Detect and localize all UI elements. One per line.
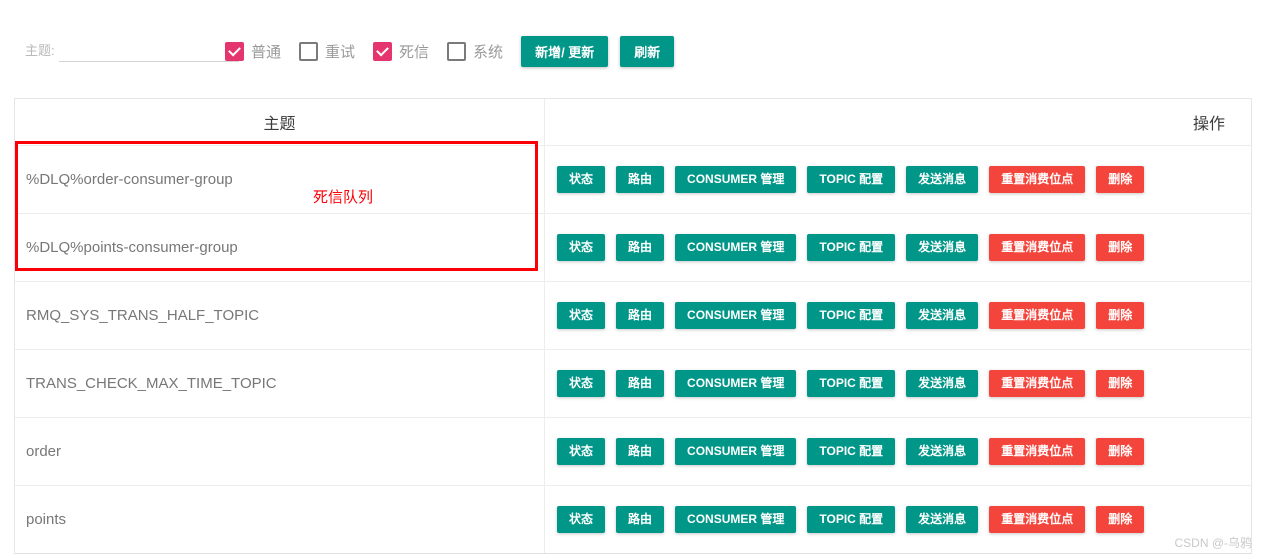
checkbox-retry-label: 重试: [325, 43, 356, 61]
topic-name-cell: RMQ_SYS_TRANS_HALF_TOPIC: [15, 281, 545, 350]
topic-name-cell: order: [15, 417, 545, 486]
operation-button-group: 状态 路由 CONSUMER 管理 TOPIC 配置 发送消息 重置消费位点 删除: [557, 438, 1250, 465]
checkbox-system[interactable]: 系统: [447, 41, 503, 62]
header-topic: 主题: [15, 99, 545, 146]
table-row: order 状态 路由 CONSUMER 管理 TOPIC 配置 发送消息 重置消费位点 删除: [15, 417, 1251, 486]
consumer-manage-button[interactable]: CONSUMER 管理: [675, 302, 797, 329]
consumer-manage-button[interactable]: CONSUMER 管理: [675, 166, 797, 193]
route-button[interactable]: 路由: [616, 234, 665, 261]
consumer-manage-button[interactable]: CONSUMER 管理: [675, 370, 797, 397]
consumer-manage-button[interactable]: CONSUMER 管理: [675, 506, 797, 533]
route-button[interactable]: 路由: [616, 302, 665, 329]
operations-cell: 状态 路由 CONSUMER 管理 TOPIC 配置 发送消息 重置消费位点 删除: [544, 145, 1251, 214]
delete-button[interactable]: 删除: [1096, 302, 1145, 329]
operations-cell: 状态 路由 CONSUMER 管理 TOPIC 配置 发送消息 重置消费位点 删除: [544, 281, 1251, 350]
operation-button-group: 状态 路由 CONSUMER 管理 TOPIC 配置 发送消息 重置消费位点 删除: [557, 370, 1250, 397]
table-row: %DLQ%order-consumer-group 状态 路由 CONSUMER 管理…: [15, 145, 1251, 214]
operation-button-group: 状态 路由 CONSUMER 管理 TOPIC 配置 发送消息 重置消费位点 删除: [557, 302, 1250, 329]
route-button[interactable]: 路由: [616, 166, 665, 193]
operation-button-group: 状态 路由 CONSUMER 管理 TOPIC 配置 发送消息 重置消费位点 删除: [557, 506, 1250, 533]
checkbox-system-box[interactable]: [447, 41, 467, 61]
route-button[interactable]: 路由: [616, 506, 665, 533]
table-row: points 状态 路由 CONSUMER 管理 TOPIC 配置 发送消息 重置消费位点删…: [15, 485, 1252, 554]
topic-filter-label: 主题:: [25, 42, 55, 58]
watermark: CSDN @-乌鸦: [1174, 536, 1252, 550]
add-update-button[interactable]: 新增/ 更新: [521, 35, 609, 67]
topic-table: 主题 操作 %DLQ%order-consumer-group 状态 路由 CONSU…: [15, 99, 1251, 553]
send-message-button[interactable]: 发送消息: [906, 506, 979, 533]
reset-consume-offset-button[interactable]: 重置消费位点: [989, 166, 1086, 193]
checkbox-dlq-box[interactable]: [373, 41, 393, 61]
status-button[interactable]: 状态: [557, 302, 606, 329]
consumer-manage-button[interactable]: CONSUMER 管理: [675, 234, 797, 261]
reset-consume-offset-button[interactable]: 重置消费位点: [989, 302, 1086, 329]
topic-name-cell: %DLQ%points-consumer-group: [15, 213, 545, 282]
topic-config-button[interactable]: TOPIC 配置: [807, 370, 896, 397]
delete-button[interactable]: 删除: [1096, 234, 1145, 261]
operations-cell: 状态 路由 CONSUMER 管理 TOPIC 配置 发送消息 重置消费位点 删除: [544, 213, 1251, 282]
status-button[interactable]: 状态: [557, 234, 606, 261]
send-message-button[interactable]: 发送消息: [906, 166, 979, 193]
table-header-row: 主题 操作: [15, 99, 1251, 146]
reset-consume-offset-button[interactable]: 重置消费位点: [989, 506, 1086, 533]
table-body: %DLQ%order-consumer-group 状态 路由 CONSUMER 管理…: [15, 145, 1252, 554]
topic-name-cell: TRANS_CHECK_MAX_TIME_TOPIC: [15, 349, 545, 418]
topic-filter-field: 主题:: [25, 40, 239, 62]
checkbox-dlq-label: 死信: [399, 43, 430, 61]
topic-config-button[interactable]: TOPIC 配置: [807, 302, 896, 329]
topic-name-cell: points: [15, 485, 545, 553]
send-message-button[interactable]: 发送消息: [906, 302, 979, 329]
checkbox-retry[interactable]: 重试: [299, 41, 355, 62]
consumer-manage-button[interactable]: CONSUMER 管理: [675, 438, 797, 465]
operations-cell: 状态 路由 CONSUMER 管理 TOPIC 配置 发送消息 重置消费位点 删除: [545, 486, 1252, 554]
filter-toolbar: 主题: 普通 重试 死信 系统 新增/ 更新 刷新: [0, 28, 1266, 74]
operations-cell: 状态 路由 CONSUMER 管理 TOPIC 配置 发送消息 重置消费位点 删除: [544, 349, 1251, 418]
check-icon: [228, 43, 241, 56]
refresh-button[interactable]: 刷新: [620, 35, 675, 67]
status-button[interactable]: 状态: [557, 438, 606, 465]
topic-config-button[interactable]: TOPIC 配置: [807, 506, 896, 533]
delete-button[interactable]: 删除: [1096, 370, 1145, 397]
table-head: 主题 操作: [15, 99, 1251, 146]
reset-consume-offset-button[interactable]: 重置消费位点: [989, 370, 1086, 397]
topic-config-button[interactable]: TOPIC 配置: [807, 438, 896, 465]
reset-consume-offset-button[interactable]: 重置消费位点: [989, 438, 1086, 465]
reset-consume-offset-button[interactable]: 重置消费位点: [989, 234, 1086, 261]
table-row: TRANS_CHECK_MAX_TIME_TOPIC 状态 路由 CONSUMER 管…: [15, 349, 1251, 418]
topic-config-button[interactable]: TOPIC 配置: [807, 166, 896, 193]
check-icon: [376, 43, 389, 56]
send-message-button[interactable]: 发送消息: [906, 370, 979, 397]
checkbox-retry-box[interactable]: [299, 41, 319, 61]
route-button[interactable]: 路由: [616, 438, 665, 465]
topic-table-container: 主题 操作 %DLQ%order-consumer-group 状态 路由 CONSU…: [14, 98, 1252, 554]
delete-button[interactable]: 删除: [1096, 506, 1145, 533]
operations-cell: 状态 路由 CONSUMER 管理 TOPIC 配置 发送消息 重置消费位点 删除: [544, 417, 1251, 486]
send-message-button[interactable]: 发送消息: [906, 234, 979, 261]
table-row: %DLQ%points-consumer-group 状态 路由 CONSUMER 管…: [15, 213, 1251, 282]
checkbox-dlq[interactable]: 死信: [373, 41, 429, 62]
checkbox-normal-box[interactable]: [225, 41, 244, 61]
status-button[interactable]: 状态: [557, 166, 606, 193]
topic-config-button[interactable]: TOPIC 配置: [807, 234, 896, 261]
header-operations: 操作: [544, 99, 1251, 146]
send-message-button[interactable]: 发送消息: [906, 438, 979, 465]
operation-button-group: 状态 路由 CONSUMER 管理 TOPIC 配置 发送消息 重置消费位点 删除: [557, 166, 1250, 193]
delete-button[interactable]: 删除: [1096, 166, 1145, 193]
delete-button[interactable]: 删除: [1096, 438, 1145, 465]
operation-button-group: 状态 路由 CONSUMER 管理 TOPIC 配置 发送消息 重置消费位点 删除: [557, 234, 1250, 261]
table-row: RMQ_SYS_TRANS_HALF_TOPIC 状态 路由 CONSUMER 管理 T…: [15, 281, 1251, 350]
status-button[interactable]: 状态: [557, 506, 606, 533]
checkbox-normal-label: 普通: [251, 43, 282, 61]
topic-name-cell: %DLQ%order-consumer-group: [15, 145, 545, 214]
status-button[interactable]: 状态: [557, 370, 606, 397]
topic-type-checkbox-group: 普通 重试 死信 系统: [225, 41, 521, 62]
checkbox-system-label: 系统: [473, 43, 504, 61]
checkbox-normal[interactable]: 普通: [225, 41, 281, 62]
topic-search-input[interactable]: [58, 40, 239, 62]
route-button[interactable]: 路由: [616, 370, 665, 397]
